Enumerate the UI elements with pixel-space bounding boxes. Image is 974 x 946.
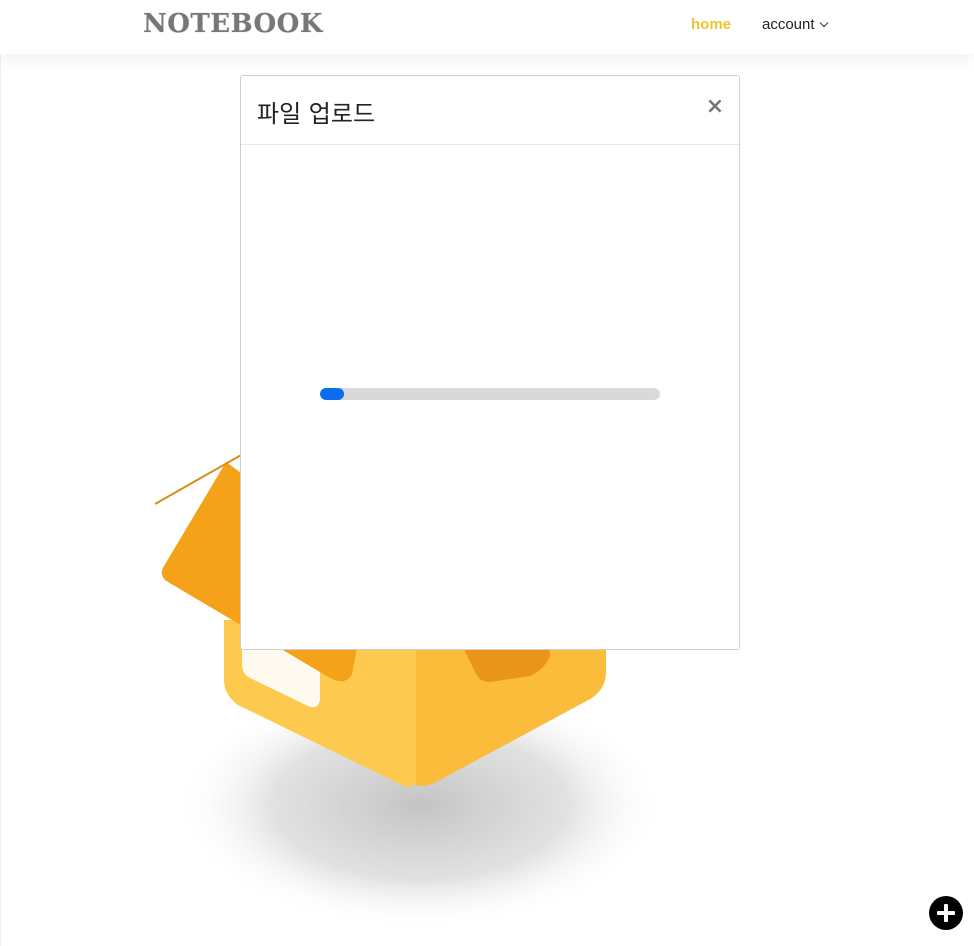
nav-account-dropdown[interactable]: account [762,16,828,33]
plus-icon-vertical [944,904,948,922]
brand-logo[interactable]: NOTEBOOK [143,9,323,39]
navbar: NOTEBOOK home account [0,0,974,54]
page: NOTEBOOK home account 파일 업로드 × [0,0,974,946]
nav-account-label: account [762,16,815,33]
chevron-down-icon [819,18,828,28]
file-upload-modal: 파일 업로드 × [240,75,740,650]
upload-progress-bar [320,388,660,400]
upload-progress-fill [320,388,344,400]
page-border [0,54,1,946]
nav-home-link[interactable]: home [691,16,731,33]
modal-header: 파일 업로드 × [241,76,739,145]
add-button[interactable] [929,896,963,930]
modal-title: 파일 업로드 [257,100,376,128]
close-icon[interactable]: × [705,95,725,119]
